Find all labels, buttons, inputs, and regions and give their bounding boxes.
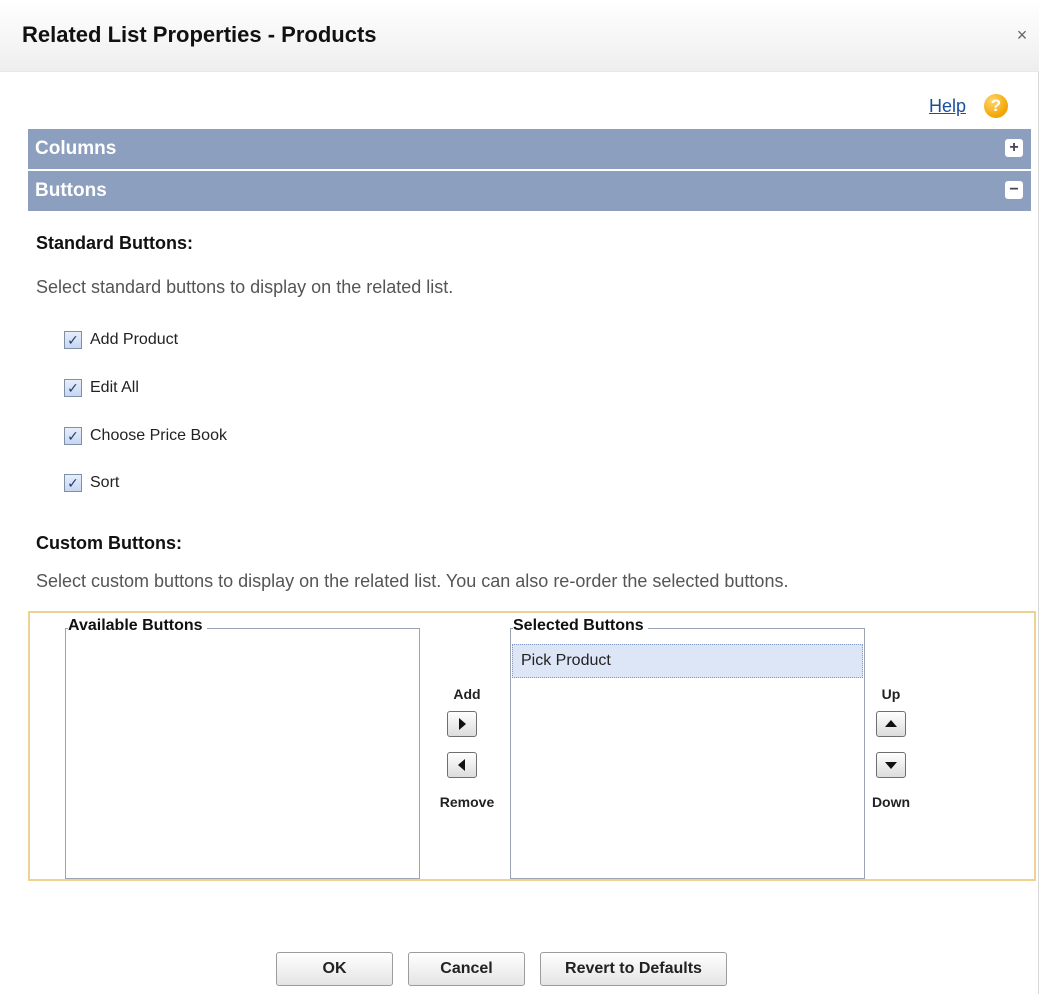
standard-button-option[interactable]: ✓ Sort — [64, 472, 119, 494]
help-link[interactable]: Help — [929, 96, 966, 117]
related-list-properties-dialog: Related List Properties - Products × Hel… — [0, 0, 1039, 994]
checkbox-label: Choose Price Book — [90, 427, 227, 444]
selected-buttons-label: Selected Buttons — [513, 617, 648, 635]
standard-buttons-description: Select standard buttons to display on th… — [36, 277, 454, 297]
move-up-button[interactable] — [876, 711, 906, 737]
dialog-title-bar: Related List Properties - Products × — [0, 0, 1039, 72]
add-button[interactable] — [447, 711, 477, 737]
ok-button[interactable]: OK — [276, 952, 393, 986]
revert-to-defaults-button[interactable]: Revert to Defaults — [540, 952, 727, 986]
move-down-button[interactable] — [876, 752, 906, 778]
custom-buttons-panel: Available Buttons Add Remove Selected Bu… — [28, 611, 1036, 881]
collapse-icon[interactable]: − — [1005, 181, 1023, 199]
cancel-button[interactable]: Cancel — [408, 952, 525, 986]
up-label: Up — [881, 686, 901, 702]
arrow-up-icon — [885, 720, 897, 727]
list-item[interactable]: Pick Product — [512, 644, 863, 678]
columns-section-header[interactable]: Columns + — [28, 129, 1031, 169]
columns-section-label: Columns — [35, 138, 117, 159]
buttons-section-label: Buttons — [35, 180, 107, 201]
checkbox-label: Sort — [90, 474, 120, 491]
close-icon[interactable]: × — [1013, 26, 1031, 44]
selected-buttons-list[interactable]: Selected Buttons Pick Product — [510, 617, 865, 879]
standard-buttons-heading: Standard Buttons: — [36, 233, 193, 253]
checkbox-label: Edit All — [90, 379, 139, 396]
add-label: Add — [453, 686, 481, 702]
checkbox-choose-price-book[interactable]: ✓ — [64, 427, 82, 445]
remove-button[interactable] — [447, 752, 477, 778]
down-label: Down — [871, 794, 911, 810]
help-icon[interactable]: ? — [984, 94, 1008, 118]
standard-button-option[interactable]: ✓ Edit All — [64, 377, 139, 399]
checkbox-label: Add Product — [90, 331, 179, 348]
expand-icon[interactable]: + — [1005, 139, 1023, 157]
standard-button-option[interactable]: ✓ Add Product — [64, 329, 178, 351]
checkbox-add-product[interactable]: ✓ — [64, 331, 82, 349]
available-buttons-list[interactable]: Available Buttons — [65, 617, 420, 879]
dialog-title: Related List Properties - Products — [22, 22, 377, 47]
arrow-down-icon — [885, 762, 897, 769]
buttons-section-header[interactable]: Buttons − — [28, 171, 1031, 211]
custom-buttons-description: Select custom buttons to display on the … — [36, 571, 789, 591]
arrow-right-icon — [459, 718, 466, 730]
standard-button-option[interactable]: ✓ Choose Price Book — [64, 425, 227, 447]
custom-buttons-heading: Custom Buttons: — [36, 533, 182, 553]
remove-label: Remove — [439, 794, 495, 810]
help-row: Help ? — [929, 93, 1008, 119]
checkbox-sort[interactable]: ✓ — [64, 474, 82, 492]
checkbox-edit-all[interactable]: ✓ — [64, 379, 82, 397]
arrow-left-icon — [458, 759, 465, 771]
available-buttons-label: Available Buttons — [68, 617, 207, 635]
